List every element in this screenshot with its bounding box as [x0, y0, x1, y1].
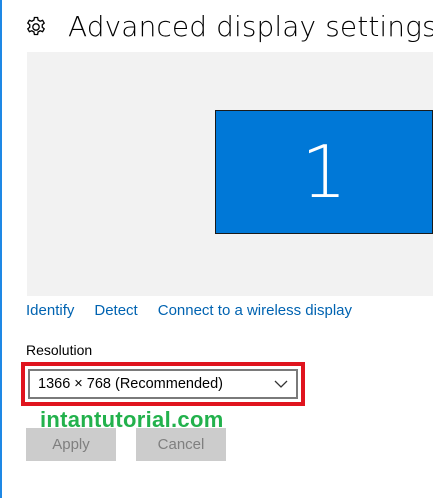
display-preview-area: 1: [27, 52, 433, 296]
resolution-dropdown[interactable]: 1366 × 768 (Recommended): [28, 369, 298, 399]
resolution-label: Resolution: [26, 342, 93, 358]
apply-button-label: Apply: [52, 436, 90, 453]
window-left-border: [0, 0, 2, 498]
chevron-down-icon: [274, 380, 288, 388]
cancel-button-label: Cancel: [157, 436, 205, 453]
page-header: Advanced display settings: [24, 10, 433, 43]
page-title: Advanced display settings: [68, 10, 433, 43]
monitor-number: 1: [301, 130, 347, 214]
connect-wireless-display-link[interactable]: Connect to a wireless display: [158, 302, 352, 319]
identify-link[interactable]: Identify: [26, 302, 74, 319]
resolution-selected-value: 1366 × 768 (Recommended): [38, 376, 223, 392]
apply-button[interactable]: Apply: [26, 428, 116, 461]
gear-icon: [26, 16, 46, 35]
cancel-button[interactable]: Cancel: [136, 428, 226, 461]
display-links: Identify Detect Connect to a wireless di…: [26, 302, 372, 319]
detect-link[interactable]: Detect: [94, 302, 137, 319]
monitor-1-tile[interactable]: 1: [215, 110, 433, 234]
